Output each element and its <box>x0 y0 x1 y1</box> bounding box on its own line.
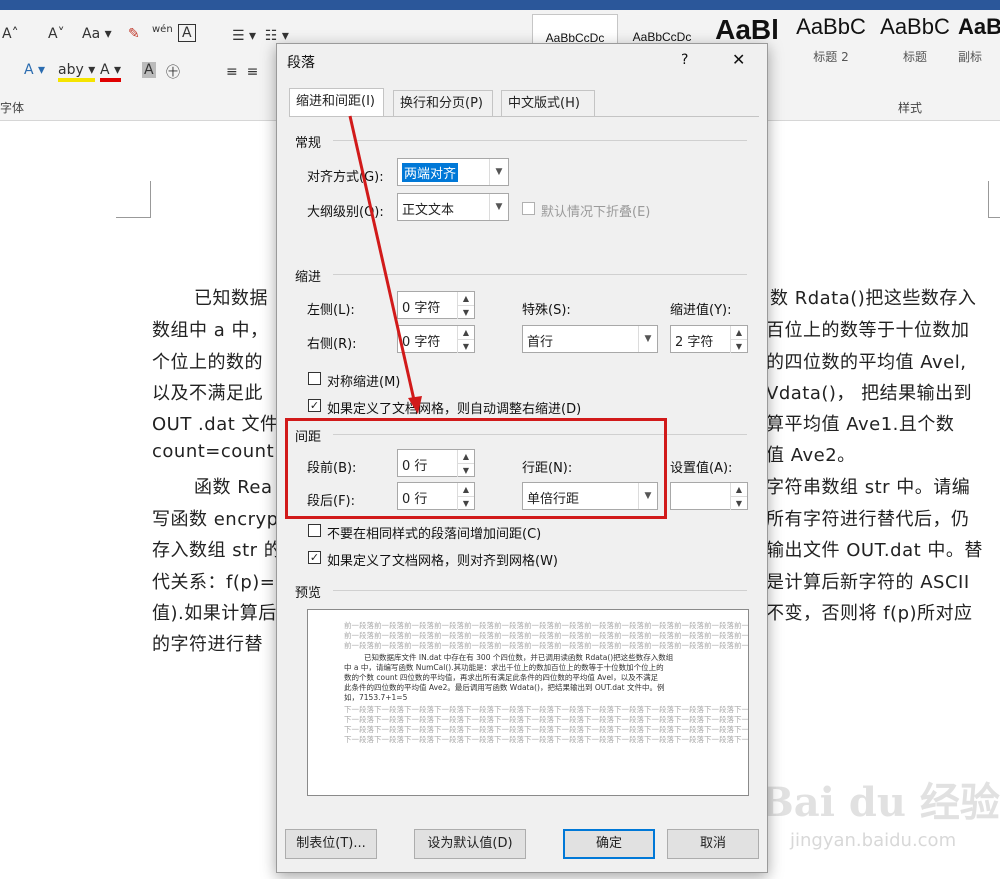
annotation-arrow-icon <box>348 115 422 414</box>
